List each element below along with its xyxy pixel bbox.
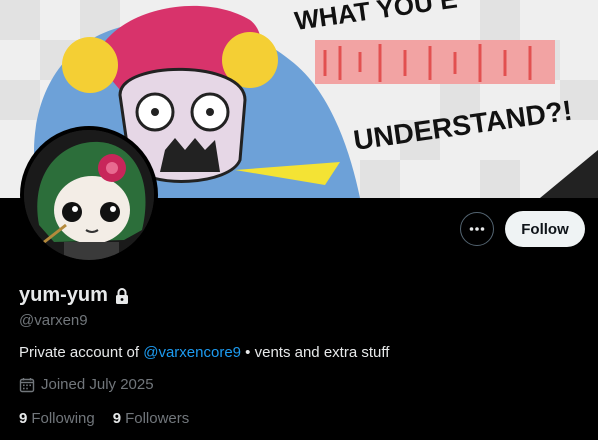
following-link[interactable]: 9 Following [19,410,95,427]
bio-mention-link[interactable]: @varxencore9 [143,344,241,361]
user-handle: @varxen9 [19,312,88,329]
bio-prefix: Private account of [19,344,144,361]
bio-suffix: • vents and extra stuff [241,344,390,361]
follow-stats: 9 Following 9 Followers [19,410,189,427]
following-count: 9 [19,410,28,427]
followers-count: 9 [112,410,122,427]
followers-label: Followers [125,410,190,427]
display-name: yum-yum [19,284,108,306]
display-name-row: yum-yum [19,284,130,307]
more-options-button[interactable] [460,212,494,246]
avatar-artwork [24,130,154,260]
bio: Private account of @varxencore9 • vents … [19,344,389,361]
avatar[interactable] [20,126,158,264]
more-icon [469,227,485,231]
lock-icon [115,287,128,304]
following-label: Following [31,410,95,427]
joined-date: Joined July 2025 [19,376,154,393]
follow-button[interactable]: Follow [505,211,585,247]
followers-link[interactable]: 9 Followers [113,410,190,427]
calendar-icon [19,377,35,392]
joined-text: Joined July 2025 [41,376,154,393]
